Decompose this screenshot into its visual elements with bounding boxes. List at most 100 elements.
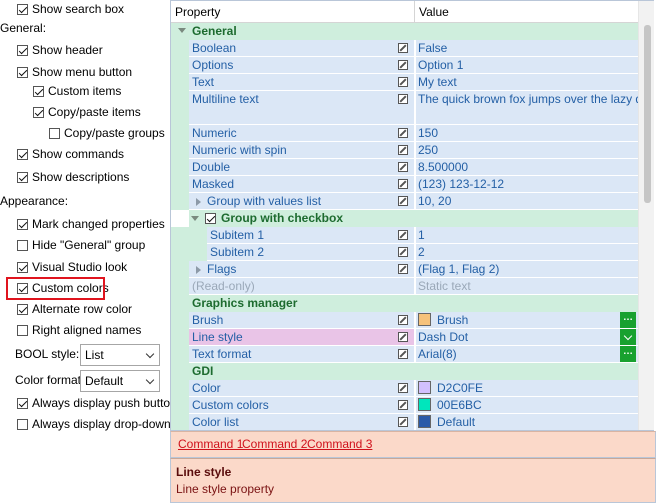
property-row-line-style[interactable]: Line style Dash Dot xyxy=(171,329,638,346)
collapse-arrow-icon[interactable] xyxy=(178,28,186,33)
checkbox-icon[interactable] xyxy=(17,239,28,251)
property-column-header[interactable]: Property xyxy=(171,1,220,23)
checkbox-icon[interactable] xyxy=(17,418,28,430)
category-group-with-checkbox[interactable]: Group with checkbox xyxy=(189,210,638,227)
edit-icon[interactable] xyxy=(398,128,408,138)
show-commands-checkbox[interactable]: Show commands xyxy=(17,145,124,163)
always-display-push-buttons-checkbox[interactable]: Always display push buttons xyxy=(17,394,183,412)
checkbox-icon[interactable] xyxy=(17,148,28,160)
checkbox-icon[interactable] xyxy=(17,3,28,15)
checkbox-icon[interactable] xyxy=(17,218,28,230)
property-row-color-list[interactable]: Color list Default xyxy=(171,414,638,430)
property-row-masked[interactable]: Masked (123) 123-12-12 xyxy=(171,176,638,193)
property-value[interactable]: Brush … xyxy=(416,312,638,329)
mark-changed-properties-checkbox[interactable]: Mark changed properties xyxy=(17,215,165,233)
edit-icon[interactable] xyxy=(398,400,408,410)
property-row-group-values-list[interactable]: Group with values list 10, 20 xyxy=(171,193,638,210)
property-value[interactable]: Dash Dot xyxy=(416,329,638,346)
property-row-boolean[interactable]: Boolean False xyxy=(171,40,638,57)
checkbox-icon[interactable] xyxy=(17,303,28,315)
edit-icon[interactable] xyxy=(398,417,408,427)
show-search-box-checkbox[interactable]: Show search box xyxy=(17,0,124,18)
expand-arrow-icon[interactable] xyxy=(196,198,201,206)
show-descriptions-checkbox[interactable]: Show descriptions xyxy=(17,168,129,186)
dropdown-button[interactable] xyxy=(620,329,636,345)
property-row-subitem1[interactable]: Subitem 1 1 xyxy=(171,227,638,244)
property-value[interactable]: 00E6BC xyxy=(416,397,638,414)
checkbox-icon[interactable] xyxy=(17,397,28,409)
property-value[interactable]: Arial(8) … xyxy=(416,346,638,363)
edit-icon[interactable] xyxy=(398,43,408,53)
collapse-arrow-icon[interactable] xyxy=(191,216,199,221)
edit-icon[interactable] xyxy=(398,230,408,240)
checkbox-icon[interactable] xyxy=(17,324,28,336)
edit-icon[interactable] xyxy=(398,264,408,274)
property-value[interactable]: Option 1 xyxy=(416,57,638,74)
edit-icon[interactable] xyxy=(398,145,408,155)
property-row-numeric-spin[interactable]: Numeric with spin 250 xyxy=(171,142,638,159)
command-3-link[interactable]: Command 3 xyxy=(307,437,372,451)
ellipsis-button[interactable]: … xyxy=(620,312,636,328)
color-format-select[interactable]: Default xyxy=(80,370,160,392)
value-column-header[interactable]: Value xyxy=(415,1,449,23)
property-row-color[interactable]: Color D2C0FE xyxy=(171,380,638,397)
hide-general-group-checkbox[interactable]: Hide "General" group xyxy=(17,236,145,254)
property-value[interactable]: My text xyxy=(416,74,638,91)
edit-icon[interactable] xyxy=(398,196,408,206)
scrollbar-thumb[interactable] xyxy=(644,25,651,203)
copy-paste-items-checkbox[interactable]: Copy/paste items xyxy=(33,103,141,121)
edit-icon[interactable] xyxy=(398,332,408,342)
alternate-row-color-checkbox[interactable]: Alternate row color xyxy=(17,300,132,318)
property-row-brush[interactable]: Brush Brush … xyxy=(171,312,638,329)
edit-icon[interactable] xyxy=(398,162,408,172)
ellipsis-button[interactable]: … xyxy=(620,346,636,362)
property-value[interactable]: The quick brown fox jumps over the lazy … xyxy=(416,91,638,125)
property-row-flags[interactable]: Flags (Flag 1, Flag 2) xyxy=(171,261,638,278)
edit-icon[interactable] xyxy=(398,247,408,257)
property-row-multiline[interactable]: Multiline text The quick brown fox jumps… xyxy=(171,91,638,125)
edit-icon[interactable] xyxy=(398,77,408,87)
property-row-text-format[interactable]: Text format Arial(8) … xyxy=(171,346,638,363)
checkbox-icon[interactable] xyxy=(49,127,60,139)
edit-icon[interactable] xyxy=(398,60,408,70)
property-value[interactable]: False xyxy=(416,40,638,57)
command-1-link[interactable]: Command 1 xyxy=(178,437,243,451)
property-value[interactable]: Default xyxy=(416,414,638,430)
custom-items-checkbox[interactable]: Custom items xyxy=(33,82,121,100)
checkbox-icon[interactable] xyxy=(17,261,28,273)
edit-icon[interactable] xyxy=(398,349,408,359)
edit-icon[interactable] xyxy=(398,383,408,393)
checkbox-icon[interactable] xyxy=(17,66,28,78)
show-header-checkbox[interactable]: Show header xyxy=(17,41,103,59)
vertical-scrollbar[interactable] xyxy=(638,1,654,430)
visual-studio-look-checkbox[interactable]: Visual Studio look xyxy=(17,258,127,276)
bool-style-select[interactable]: List xyxy=(80,344,160,366)
property-value[interactable]: D2C0FE xyxy=(416,380,638,397)
expand-arrow-icon[interactable] xyxy=(196,266,201,274)
property-value[interactable]: 2 xyxy=(416,244,638,261)
property-value[interactable]: 8.500000 xyxy=(416,159,638,176)
property-value[interactable]: 150 xyxy=(416,125,638,142)
edit-icon[interactable] xyxy=(398,315,408,325)
edit-icon[interactable] xyxy=(398,94,408,104)
group-checkbox-icon[interactable] xyxy=(205,213,216,224)
property-value[interactable]: 1 xyxy=(416,227,638,244)
checkbox-icon[interactable] xyxy=(17,171,28,183)
property-value[interactable]: 250 xyxy=(416,142,638,159)
property-row-subitem2[interactable]: Subitem 2 2 xyxy=(171,244,638,261)
property-row-numeric[interactable]: Numeric 150 xyxy=(171,125,638,142)
edit-icon[interactable] xyxy=(398,179,408,189)
property-row-options[interactable]: Options Option 1 xyxy=(171,57,638,74)
property-row-text[interactable]: Text My text xyxy=(171,74,638,91)
category-gdi[interactable]: GDI xyxy=(171,363,638,380)
checkbox-icon[interactable] xyxy=(33,85,44,97)
property-value[interactable]: 10, 20 xyxy=(416,193,638,210)
property-value[interactable]: (Flag 1, Flag 2) xyxy=(416,261,638,278)
category-graphics-manager[interactable]: Graphics manager xyxy=(171,295,638,312)
property-row-double[interactable]: Double 8.500000 xyxy=(171,159,638,176)
always-display-drop-downs-checkbox[interactable]: Always display drop-downs xyxy=(17,415,177,433)
command-2-link[interactable]: Command 2 xyxy=(242,437,307,451)
property-row-custom-colors[interactable]: Custom colors 00E6BC xyxy=(171,397,638,414)
checkbox-icon[interactable] xyxy=(33,106,44,118)
show-menu-button-checkbox[interactable]: Show menu button xyxy=(17,63,132,81)
